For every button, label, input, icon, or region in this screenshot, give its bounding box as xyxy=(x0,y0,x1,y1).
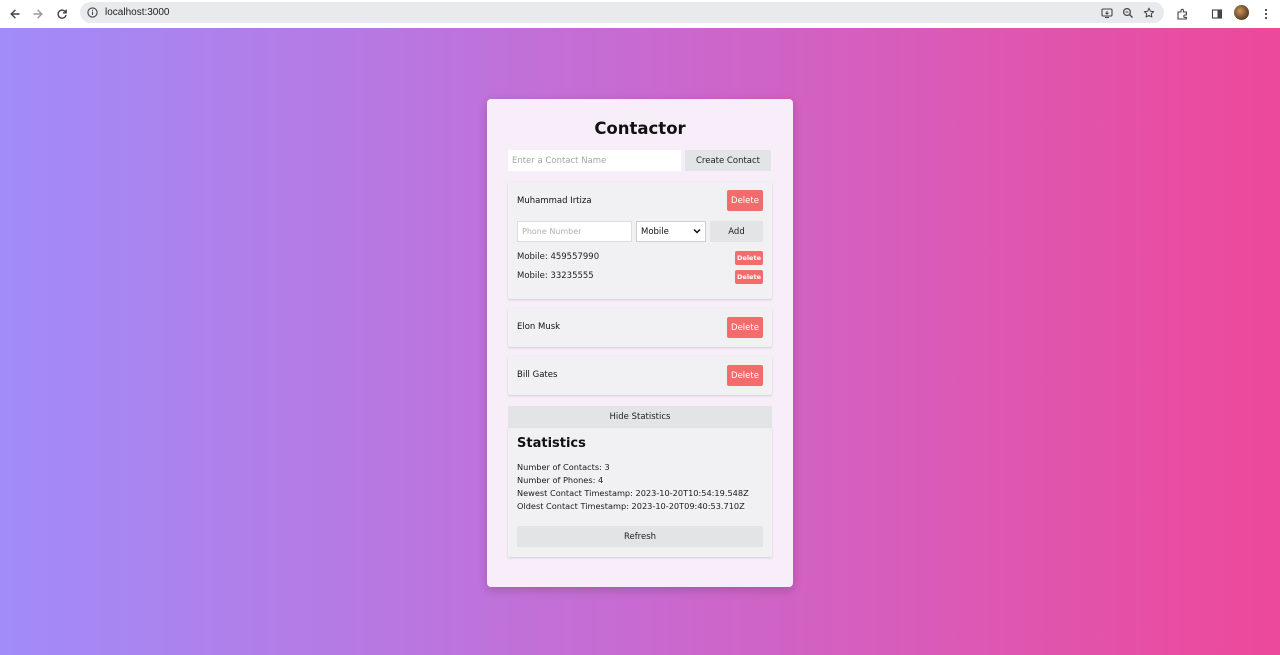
statistics-title: Statistics xyxy=(517,436,586,451)
delete-phone-button[interactable]: Delete xyxy=(735,251,763,265)
bookmark-star-icon[interactable] xyxy=(1141,5,1156,20)
url-text: localhost:3000 xyxy=(105,7,170,18)
side-panel-icon[interactable] xyxy=(1207,4,1227,24)
delete-contact-button[interactable]: Delete xyxy=(727,317,763,338)
contact-name: Bill Gates xyxy=(517,370,558,380)
contact-name: Muhammad Irtiza xyxy=(517,196,592,206)
contact-name-input[interactable] xyxy=(508,150,681,171)
contact-name: Elon Musk xyxy=(517,322,561,332)
delete-phone-button[interactable]: Delete xyxy=(735,270,763,284)
statistics-panel: Statistics Number of Contacts: 3 Number … xyxy=(508,428,772,557)
install-icon[interactable] xyxy=(1099,5,1114,20)
chevron-down-icon xyxy=(693,227,701,237)
contact-card[interactable]: Muhammad Irtiza Delete Mobile Add Mobile… xyxy=(508,182,772,299)
address-bar[interactable]: localhost:3000 xyxy=(80,2,1164,23)
profile-avatar[interactable] xyxy=(1234,5,1249,20)
phone-entry: Mobile: 459557990 xyxy=(517,252,600,262)
menu-icon[interactable] xyxy=(1256,4,1276,24)
stat-phones-count: Number of Phones: 4 xyxy=(517,475,604,485)
delete-contact-button[interactable]: Delete xyxy=(727,365,763,386)
refresh-button[interactable]: Refresh xyxy=(517,526,763,547)
contactor-card: Contactor Create Contact Muhammad Irtiza… xyxy=(487,99,793,587)
info-icon[interactable] xyxy=(85,5,100,20)
contact-card[interactable]: Bill Gates Delete xyxy=(508,356,772,395)
zoom-icon[interactable] xyxy=(1120,5,1135,20)
phone-number-input[interactable] xyxy=(517,221,632,242)
phone-entry: Mobile: 33235555 xyxy=(517,271,594,281)
add-phone-button[interactable]: Add xyxy=(710,221,763,242)
hide-statistics-button[interactable]: Hide Statistics xyxy=(508,406,772,428)
contact-card[interactable]: Elon Musk Delete xyxy=(508,308,772,347)
back-icon[interactable] xyxy=(5,4,25,24)
page-background: Contactor Create Contact Muhammad Irtiza… xyxy=(0,28,1280,655)
reload-icon[interactable] xyxy=(52,4,72,24)
forward-icon[interactable] xyxy=(28,4,48,24)
stat-newest-timestamp: Newest Contact Timestamp: 2023-10-20T10:… xyxy=(517,488,749,498)
extensions-icon[interactable] xyxy=(1172,4,1192,24)
phone-type-value: Mobile xyxy=(641,226,669,237)
stat-oldest-timestamp: Oldest Contact Timestamp: 2023-10-20T09:… xyxy=(517,501,745,511)
delete-contact-button[interactable]: Delete xyxy=(727,190,763,211)
phone-type-select[interactable]: Mobile xyxy=(636,221,706,242)
create-contact-button[interactable]: Create Contact xyxy=(685,150,771,171)
stat-contacts-count: Number of Contacts: 3 xyxy=(517,462,610,472)
browser-toolbar: localhost:3000 xyxy=(0,0,1280,28)
app-title: Contactor xyxy=(594,119,686,138)
